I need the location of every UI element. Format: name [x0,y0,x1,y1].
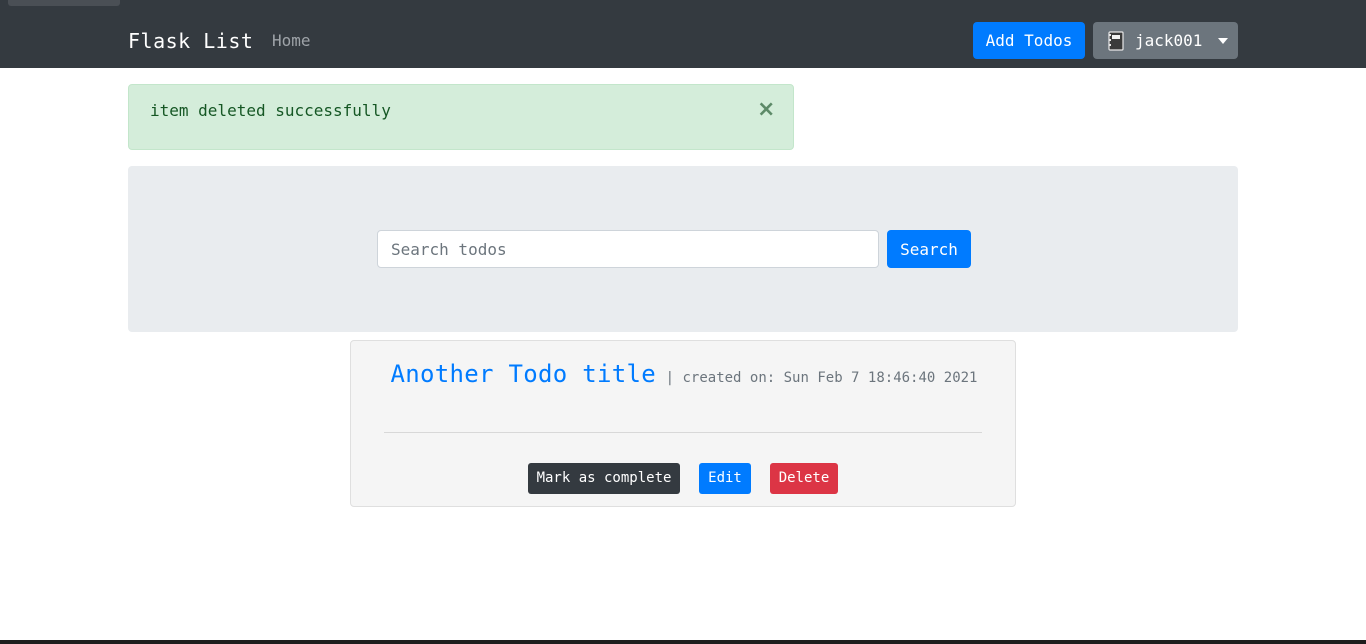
navbar-brand[interactable]: Flask List [128,28,253,54]
search-panel: Search [128,166,1238,332]
delete-button[interactable]: Delete [770,463,838,494]
todo-created-date: | created on: Sun Feb 7 18:46:40 2021 [665,370,978,386]
divider [384,432,982,433]
user-dropdown-button[interactable]: jack001 [1093,22,1238,59]
taskbar-edge [0,640,1366,644]
search-button[interactable]: Search [887,230,971,268]
success-alert: item deleted successfully × [128,84,794,150]
close-icon[interactable]: × [757,99,775,121]
todo-header: Another Todo title | created on: Sun Feb… [384,359,984,393]
todo-title[interactable]: Another Todo title [390,360,656,388]
alert-message: item deleted successfully [150,101,391,120]
nav-home-link[interactable]: Home [272,31,311,51]
browser-tab-strip [0,0,1366,8]
chevron-down-icon [1218,37,1229,44]
mark-complete-button[interactable]: Mark as complete [528,463,680,494]
edit-button[interactable]: Edit [699,463,751,494]
todo-card: Another Todo title | created on: Sun Feb… [350,340,1016,507]
add-todos-button[interactable]: Add Todos [973,22,1085,59]
user-name: jack001 [1135,31,1203,50]
notebook-icon [1107,30,1125,51]
navbar: Flask List Home Add Todos jack001 [0,0,1366,68]
search-input[interactable] [377,230,879,268]
